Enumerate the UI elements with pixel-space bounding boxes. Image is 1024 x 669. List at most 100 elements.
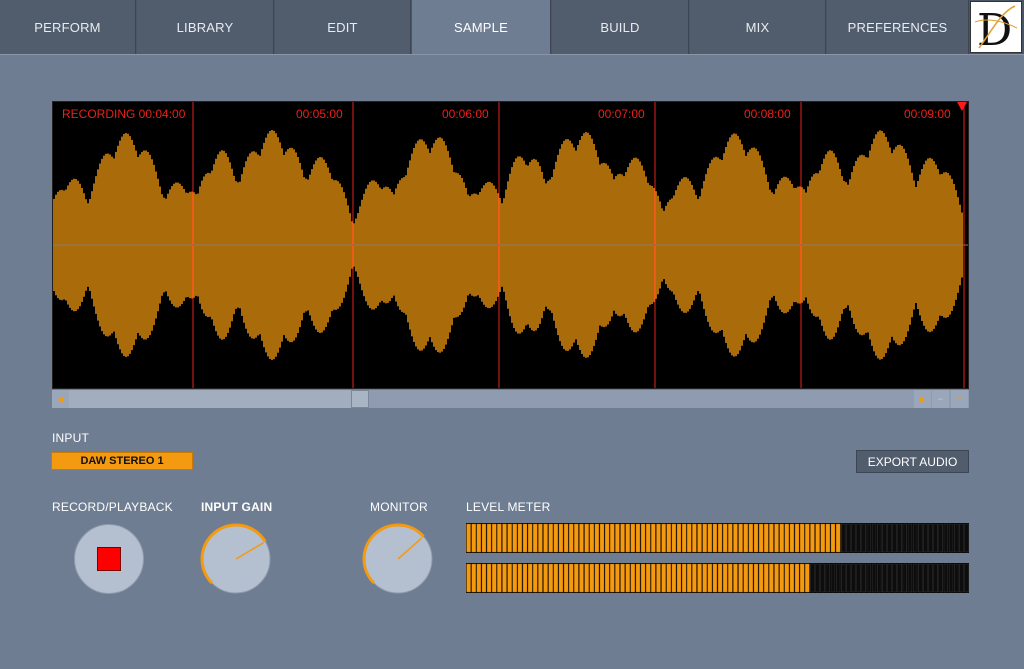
meter-segment (954, 563, 959, 593)
meter-segment (610, 523, 615, 553)
tab-library[interactable]: LIBRARY (137, 0, 274, 54)
meter-segment (882, 563, 887, 593)
meter-segment (892, 563, 897, 593)
meter-segment (897, 523, 902, 553)
record-playback-button[interactable] (74, 524, 144, 594)
monitor-label: MONITOR (370, 500, 428, 514)
meter-segment (830, 523, 836, 553)
time-label-1: 00:05:00 (296, 107, 343, 121)
tab-mix[interactable]: MIX (690, 0, 826, 54)
time-label-2: 00:06:00 (442, 107, 489, 121)
meter-segment (861, 523, 866, 553)
meter-segment (661, 523, 666, 553)
meter-segment (492, 523, 497, 553)
meter-segment (902, 523, 908, 553)
meter-segment (733, 563, 738, 593)
meter-segment (789, 563, 795, 593)
minus-icon[interactable]: − (932, 390, 949, 408)
meter-segment (584, 523, 589, 553)
meter-segment (599, 563, 605, 593)
meter-segment (692, 563, 697, 593)
meter-segment (897, 563, 902, 593)
meter-segment (676, 523, 682, 553)
meter-segment (928, 523, 933, 553)
meter-segment (743, 563, 748, 593)
meter-segment (635, 563, 641, 593)
monitor-knob[interactable] (362, 523, 434, 595)
meter-segment (918, 523, 923, 553)
meter-segment (779, 563, 784, 593)
meter-segment (841, 523, 846, 553)
meter-segment (779, 523, 784, 553)
meter-segment (743, 523, 748, 553)
meter-segment (661, 563, 666, 593)
meter-segment (769, 563, 774, 593)
meter-segment (846, 563, 851, 593)
meter-segment (502, 563, 507, 593)
meter-segment (574, 523, 579, 553)
meter-segment (553, 523, 558, 553)
meter-segment (681, 523, 687, 553)
waveform-scrollbar[interactable]: ◀ ▶ − + (52, 390, 969, 408)
meter-segment (748, 563, 754, 593)
tab-build[interactable]: BUILD (552, 0, 689, 54)
input-source-select[interactable]: DAW STEREO 1 (51, 452, 193, 470)
meter-segment (476, 523, 481, 553)
meter-segment (538, 563, 543, 593)
export-audio-button[interactable]: EXPORT AUDIO (856, 450, 969, 473)
meter-segment (933, 523, 938, 553)
arrow-left-icon[interactable]: ◀ (52, 390, 69, 408)
input-label: INPUT (52, 431, 89, 445)
meter-segment (789, 523, 795, 553)
meter-segment (471, 523, 476, 553)
tab-edit[interactable]: EDIT (275, 0, 411, 54)
scrollbar-thumb[interactable] (351, 390, 369, 408)
input-gain-knob[interactable] (200, 523, 272, 595)
meter-segment (764, 563, 769, 593)
playhead-marker-icon[interactable] (957, 102, 967, 111)
meter-segment (820, 523, 825, 553)
meter-segment (912, 563, 918, 593)
meter-segment (774, 563, 779, 593)
meter-segment (943, 523, 949, 553)
meter-segment (569, 563, 574, 593)
meter-segment (964, 563, 969, 593)
tab-perform[interactable]: PERFORM (0, 0, 136, 54)
meter-segment (907, 563, 913, 593)
meter-segment (681, 563, 687, 593)
meter-segment (630, 523, 635, 553)
meter-segment (563, 523, 569, 553)
meter-segment (507, 523, 512, 553)
plus-icon[interactable]: + (951, 390, 968, 408)
meter-segment (733, 523, 738, 553)
meter-segment (697, 523, 702, 553)
meter-segment (497, 563, 502, 593)
meter-segment (517, 523, 523, 553)
meter-segment (794, 563, 800, 593)
meter-segment (856, 563, 861, 593)
meter-segment (563, 563, 569, 593)
level-meter-right (466, 563, 969, 593)
play-icon[interactable]: ▶ (914, 390, 931, 408)
meter-segment (948, 523, 954, 553)
scrollbar-track[interactable] (69, 390, 351, 408)
meter-segment (507, 563, 512, 593)
meter-segment (882, 523, 887, 553)
meter-segment (481, 563, 487, 593)
waveform-display[interactable]: RECORDING 00:04:00 00:05:00 00:06:00 00:… (52, 101, 969, 389)
meter-segment (497, 523, 502, 553)
record-playback-label: RECORD/PLAYBACK (52, 500, 173, 514)
meter-segment (738, 563, 743, 593)
meter-segment (625, 563, 630, 593)
meter-segment (486, 523, 492, 553)
meter-segment (702, 523, 707, 553)
meter-segment (579, 563, 584, 593)
tab-preferences[interactable]: PREFERENCES (827, 0, 969, 54)
tab-sample[interactable]: SAMPLE (412, 0, 551, 55)
meter-segment (943, 563, 949, 593)
meter-segment (800, 523, 805, 553)
meter-segment (635, 523, 641, 553)
meter-segment (707, 523, 712, 553)
meter-segment (512, 563, 517, 593)
meter-segment (615, 563, 620, 593)
